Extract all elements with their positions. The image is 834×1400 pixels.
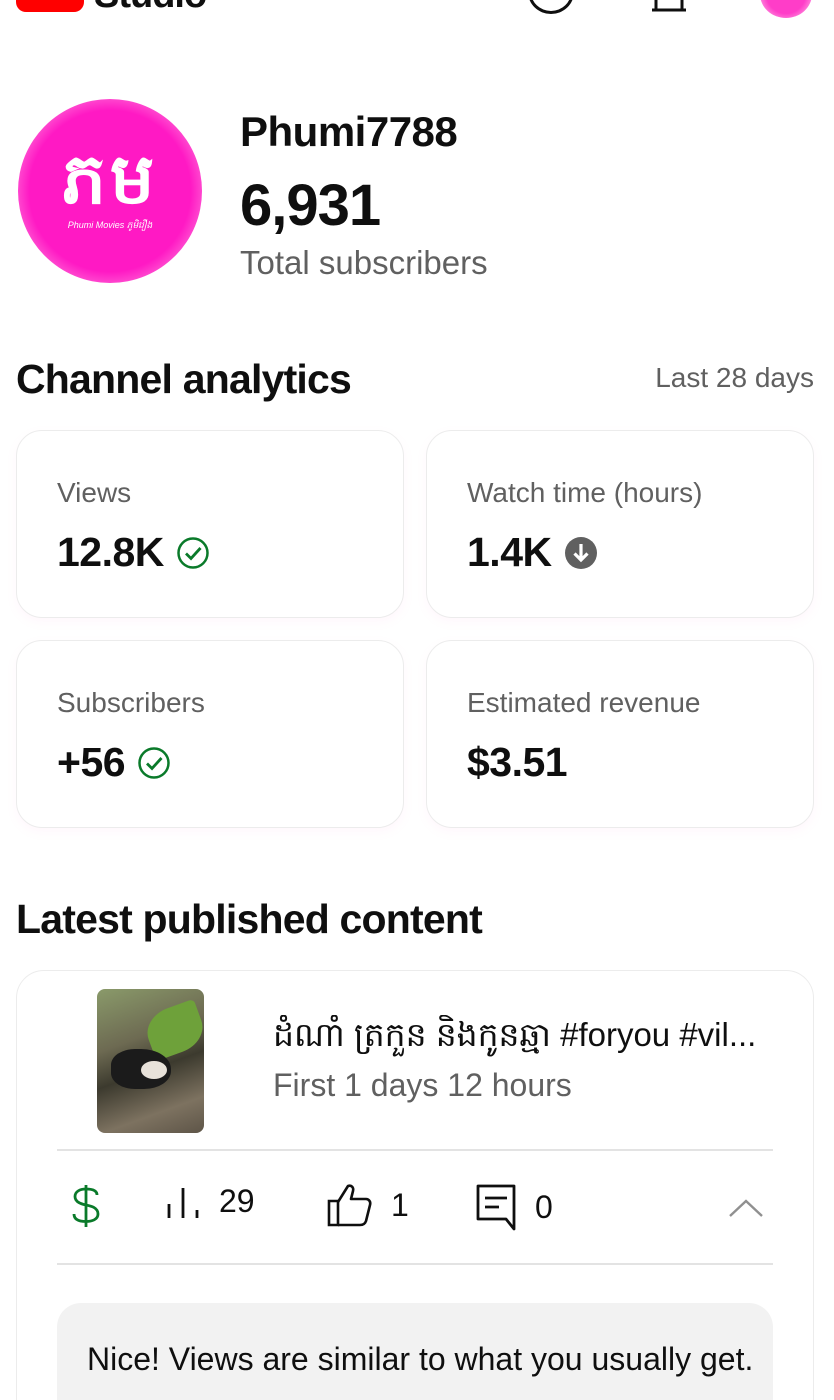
channel-avatar: ភម Phumi Movies ភូមិរឿង — [18, 99, 202, 283]
subscriber-count-label: Total subscribers — [240, 244, 488, 281]
video-meta: First 1 days 12 hours — [273, 1067, 572, 1103]
insight-text: Nice! Views are similar to what you usua… — [87, 1341, 754, 1377]
video-thumbnail[interactable] — [97, 989, 204, 1133]
subscribers-card[interactable]: Subscribers +56 — [16, 640, 404, 828]
comments-count: 0 — [535, 1188, 553, 1225]
top-bar: Studio — [0, 0, 834, 18]
thumbs-up-icon — [327, 1184, 372, 1227]
youtube-logo-icon[interactable] — [16, 0, 84, 12]
latest-content-title: Latest published content — [16, 896, 483, 942]
down-arrow-circle-icon — [564, 536, 598, 570]
bar-chart-icon — [167, 1187, 199, 1218]
card-value: +56 — [57, 739, 171, 786]
card-value: 1.4K — [467, 529, 598, 576]
chevron-up-icon[interactable] — [727, 1197, 765, 1219]
avatar-glyph: ភម — [61, 136, 159, 220]
studio-logo-text[interactable]: Studio — [94, 0, 207, 17]
card-label: Subscribers — [57, 687, 205, 718]
monetization-status[interactable] — [71, 1183, 101, 1229]
notifications-bell-icon[interactable] — [646, 0, 692, 14]
revenue-card[interactable]: Estimated revenue $3.51 — [426, 640, 814, 828]
card-value: 12.8K — [57, 529, 210, 576]
check-circle-icon — [137, 746, 171, 780]
date-range-label: Last 28 days — [655, 362, 814, 393]
likes-count: 1 — [391, 1186, 409, 1223]
insight-box: Nice! Views are similar to what you usua… — [57, 1303, 773, 1400]
channel-analytics-title: Channel analytics — [16, 356, 352, 402]
comment-icon — [476, 1184, 516, 1231]
views-card[interactable]: Views 12.8K — [16, 430, 404, 618]
card-label: Views — [57, 477, 132, 508]
card-value: $3.51 — [467, 739, 568, 786]
channel-name: Phumi7788 — [240, 108, 458, 155]
divider — [57, 1149, 773, 1151]
card-label: Estimated revenue — [467, 687, 701, 718]
views-stat[interactable]: 29 — [165, 1183, 255, 1220]
check-circle-icon — [176, 536, 210, 570]
card-label: Watch time (hours) — [467, 477, 703, 508]
thumbnail-cat-patch — [141, 1061, 167, 1079]
watch-time-card[interactable]: Watch time (hours) 1.4K — [426, 430, 814, 618]
divider — [57, 1263, 773, 1265]
likes-stat[interactable]: 1 — [327, 1183, 409, 1227]
video-title[interactable]: ដំណាំ ត្រកួន និងកូនឆ្មា #foryou #vil... — [273, 1015, 773, 1063]
account-avatar[interactable] — [760, 0, 812, 18]
views-value: 12.8K — [57, 529, 164, 575]
latest-content-card: ដំណាំ ត្រកួន និងកូនឆ្មា #foryou #vil... … — [16, 970, 814, 1400]
views-count: 29 — [219, 1183, 255, 1219]
comments-stat[interactable]: 0 — [475, 1183, 553, 1231]
dollar-icon — [72, 1185, 100, 1227]
revenue-value: $3.51 — [467, 739, 568, 785]
watch-time-value: 1.4K — [467, 529, 552, 575]
avatar-subtext: Phumi Movies ភូមិរឿង — [67, 219, 153, 230]
subscribers-value: +56 — [57, 739, 126, 785]
help-icon[interactable] — [528, 0, 574, 14]
subscriber-count: 6,931 — [240, 173, 381, 238]
